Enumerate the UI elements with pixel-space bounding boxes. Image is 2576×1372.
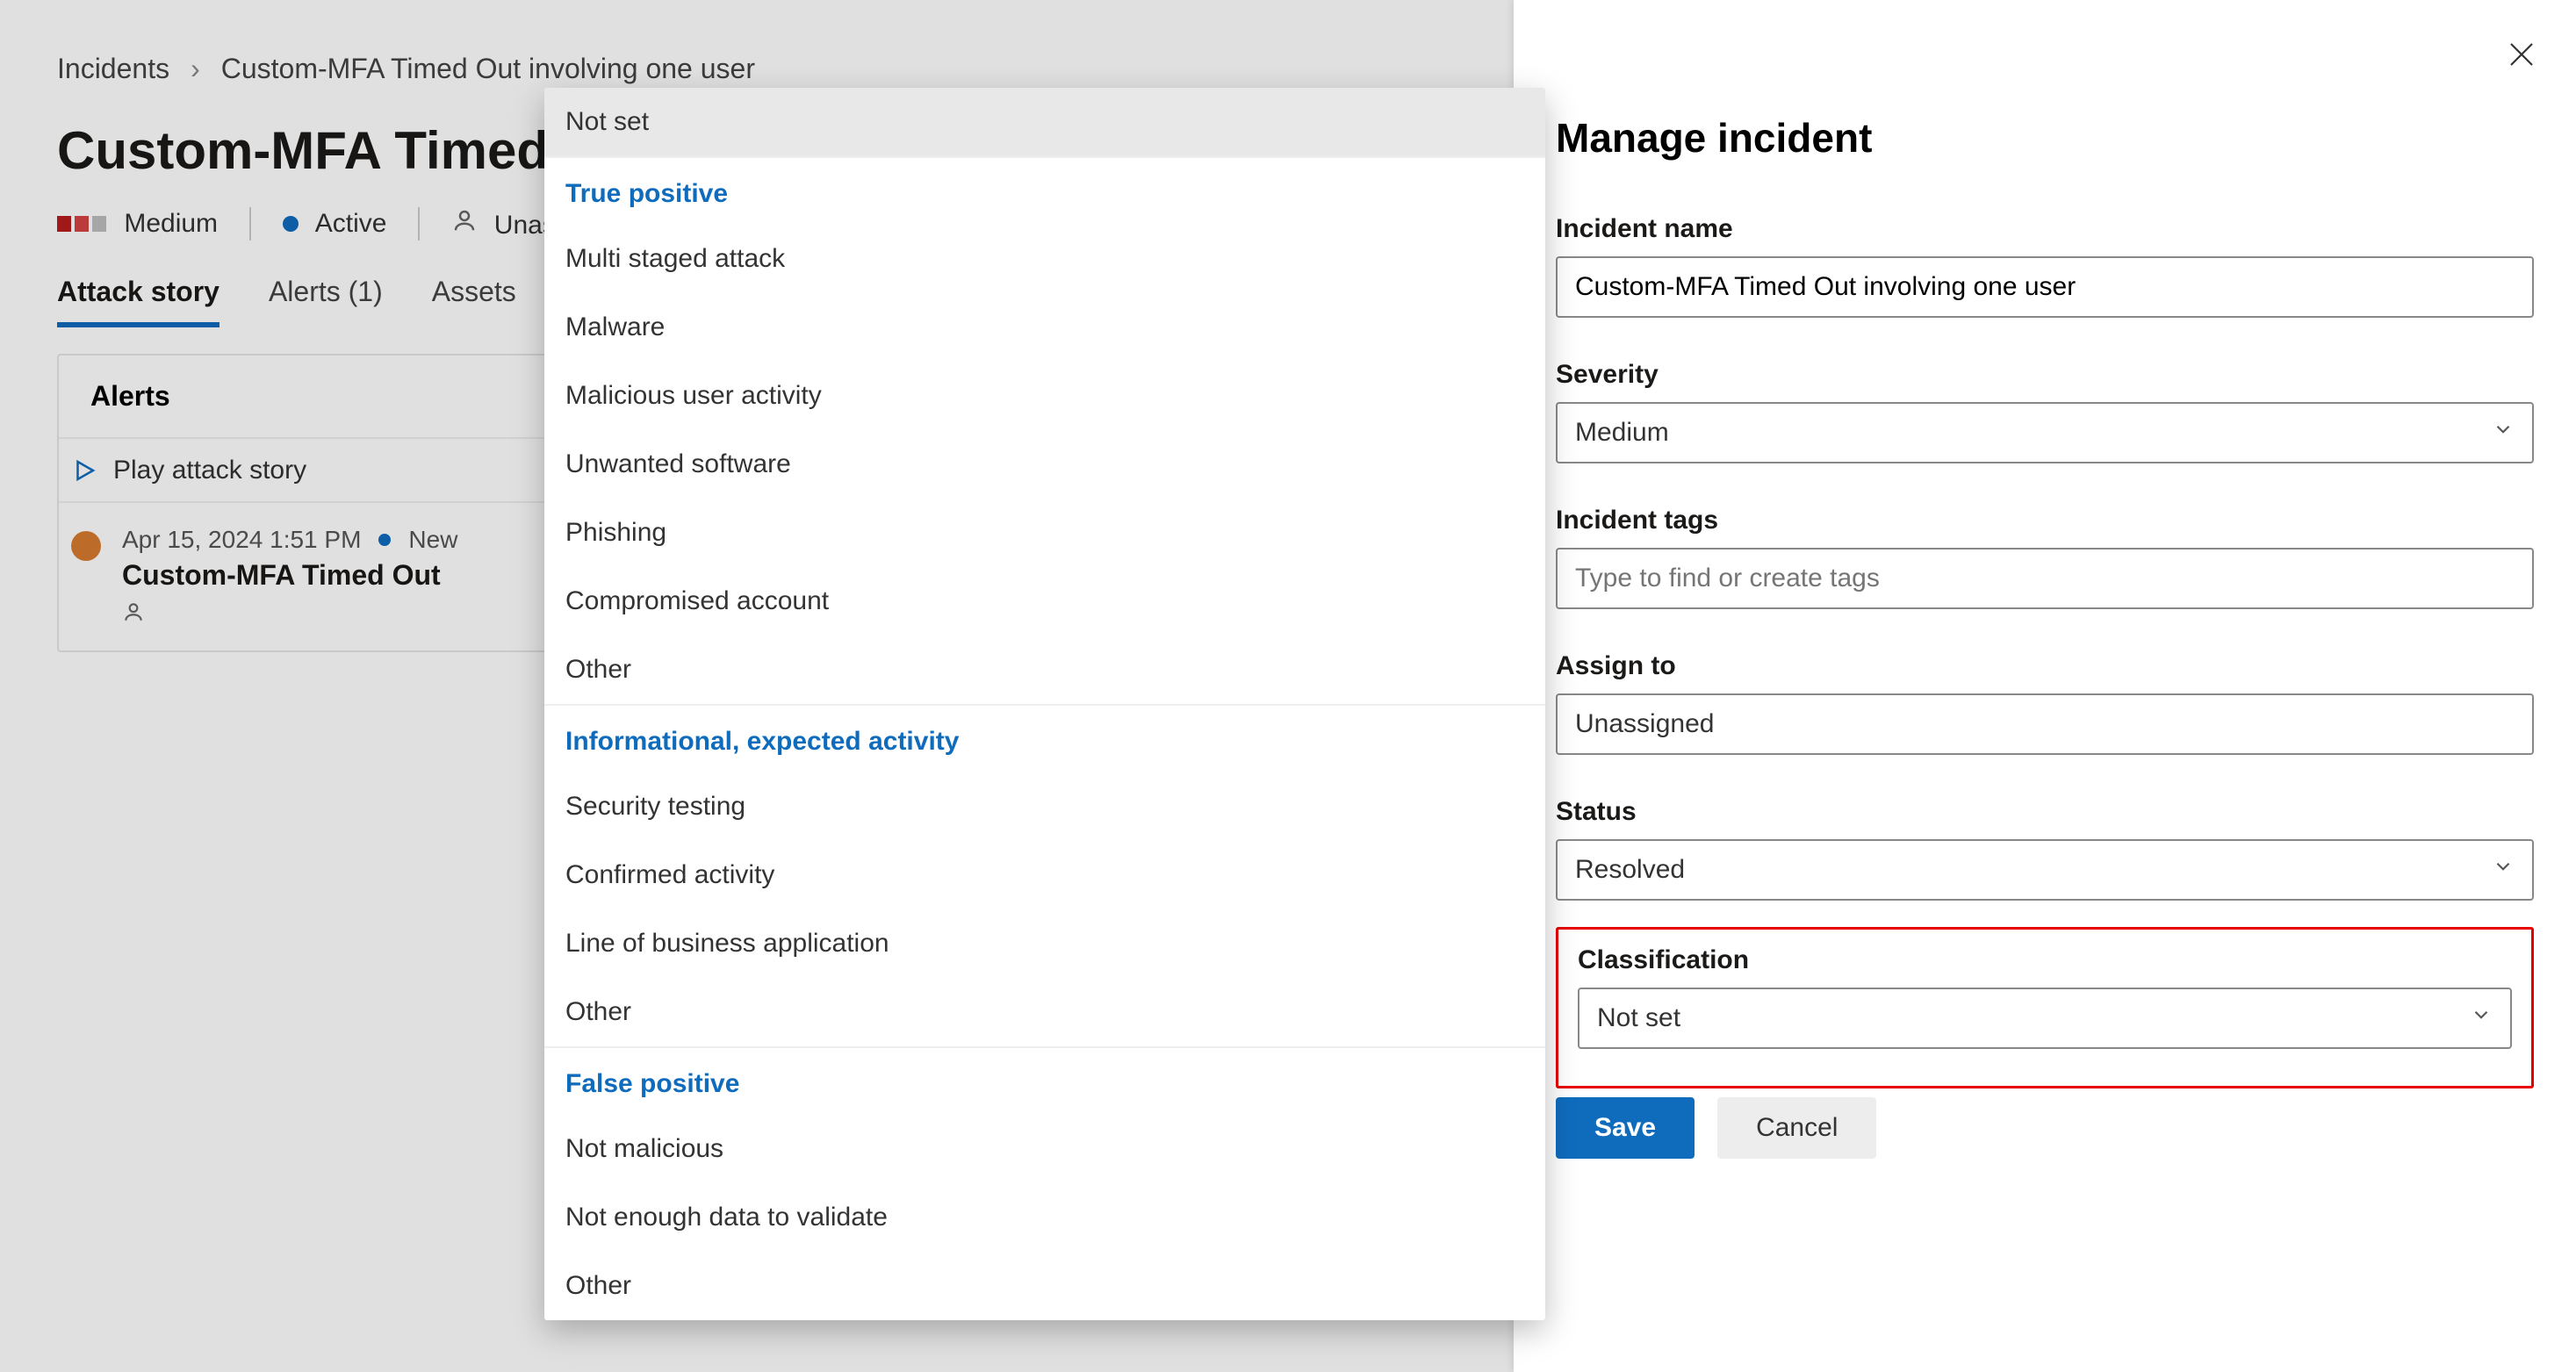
option-true-positive-other[interactable]: Other [544,636,1545,704]
incident-name-label: Incident name [1556,214,2534,244]
option-unwanted-software[interactable]: Unwanted software [544,430,1545,499]
tags-input[interactable] [1556,548,2534,609]
option-phishing[interactable]: Phishing [544,499,1545,567]
option-false-positive-other[interactable]: Other [544,1252,1545,1320]
chevron-down-icon [2470,1003,2493,1033]
group-true-positive: True positive [544,156,1545,225]
option-lob-application[interactable]: Line of business application [544,909,1545,978]
assign-value: Unassigned [1575,709,1714,739]
incident-name-input[interactable] [1556,256,2534,318]
option-multi-staged-attack[interactable]: Multi staged attack [544,225,1545,293]
option-informational-other[interactable]: Other [544,978,1545,1046]
status-value: Resolved [1575,855,1685,885]
option-compromised-account[interactable]: Compromised account [544,567,1545,636]
severity-select[interactable]: Medium [1556,402,2534,463]
classification-select[interactable]: Not set [1578,988,2512,1049]
severity-value: Medium [1575,418,1669,448]
classification-dropdown: Not set True positive Multi staged attac… [544,88,1545,1320]
group-false-positive: False positive [544,1046,1545,1115]
panel-title: Manage incident [1556,114,2534,162]
option-security-testing[interactable]: Security testing [544,772,1545,841]
tags-label: Incident tags [1556,506,2534,535]
option-confirmed-activity[interactable]: Confirmed activity [544,841,1545,909]
severity-label: Severity [1556,360,2534,390]
option-not-enough-data[interactable]: Not enough data to validate [544,1183,1545,1252]
incident-name-field[interactable] [1575,272,2515,302]
option-not-malicious[interactable]: Not malicious [544,1115,1545,1183]
assign-select[interactable]: Unassigned [1556,693,2534,755]
cancel-button[interactable]: Cancel [1717,1097,1876,1159]
option-malware[interactable]: Malware [544,293,1545,362]
manage-incident-panel: Manage incident Incident name Severity M… [1514,0,2576,1372]
close-icon[interactable] [2506,39,2537,75]
tags-field[interactable] [1575,564,2515,593]
chevron-down-icon [2492,418,2515,448]
group-informational: Informational, expected activity [544,704,1545,772]
option-not-set[interactable]: Not set [544,88,1545,156]
status-label: Status [1556,797,2534,827]
classification-highlight: Classification Not set [1556,927,2534,1088]
chevron-down-icon [2492,855,2515,885]
save-button[interactable]: Save [1556,1097,1695,1159]
status-select[interactable]: Resolved [1556,839,2534,901]
classification-value: Not set [1597,1003,1680,1033]
option-malicious-user-activity[interactable]: Malicious user activity [544,362,1545,430]
classification-label: Classification [1578,945,2512,975]
assign-label: Assign to [1556,651,2534,681]
